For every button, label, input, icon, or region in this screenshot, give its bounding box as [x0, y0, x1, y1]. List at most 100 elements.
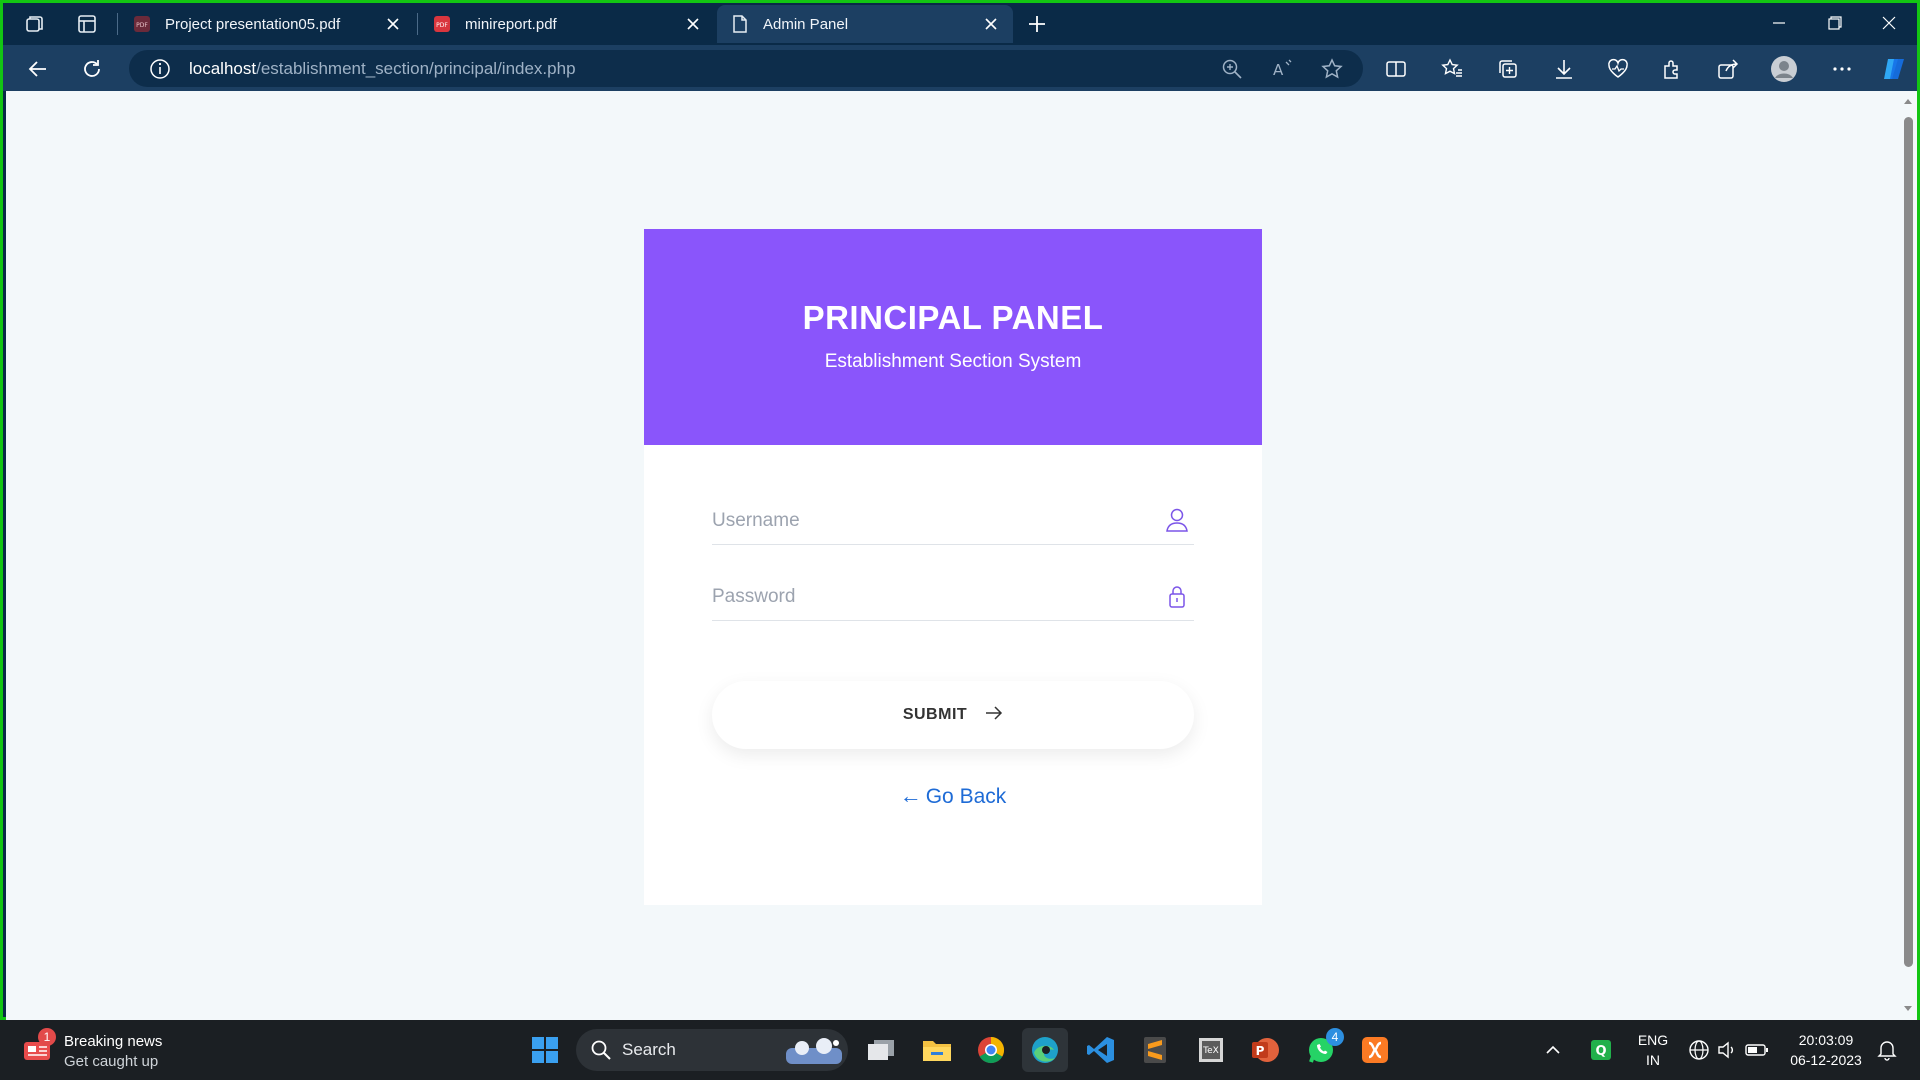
download-icon[interactable]	[1547, 52, 1581, 86]
close-icon[interactable]	[379, 10, 407, 38]
tab-minireport[interactable]: PDF minireport.pdf	[419, 5, 715, 43]
windows-icon	[532, 1037, 558, 1063]
texmaker-app[interactable]: TeX	[1188, 1028, 1234, 1072]
clock-date: 06-12-2023	[1790, 1052, 1862, 1068]
task-view-app[interactable]	[858, 1028, 904, 1072]
powerpoint-app[interactable]: P	[1242, 1028, 1288, 1072]
browser-window: PDF Project presentation05.pdf PDF minir…	[0, 0, 1920, 1020]
url-host: localhost	[189, 59, 257, 78]
chrome-icon	[978, 1036, 1005, 1064]
xampp-app[interactable]	[1352, 1028, 1398, 1072]
pdf-icon: PDF	[433, 15, 451, 33]
language-indicator[interactable]: ENG IN	[1628, 1032, 1678, 1068]
tab-title: minireport.pdf	[465, 15, 557, 33]
copilot-icon[interactable]	[1877, 52, 1911, 86]
svg-text:A: A	[1273, 61, 1284, 79]
tab-strip: PDF Project presentation05.pdf PDF minir…	[3, 3, 1917, 45]
site-info-icon[interactable]	[149, 58, 171, 85]
svg-text:PDF: PDF	[436, 22, 448, 29]
vscode-app[interactable]	[1078, 1028, 1124, 1072]
url-text: localhost/establishment_section/principa…	[189, 59, 576, 79]
user-icon	[1164, 507, 1190, 533]
zoom-icon[interactable]	[1221, 58, 1243, 85]
close-icon[interactable]	[977, 10, 1005, 38]
task-view-icon	[868, 1040, 894, 1060]
language-bottom: IN	[1646, 1052, 1660, 1068]
tab-actions-icon[interactable]	[73, 10, 101, 38]
start-button[interactable]	[522, 1028, 568, 1072]
network-icon[interactable]	[1684, 1028, 1714, 1072]
scroll-up-icon[interactable]	[1903, 97, 1913, 105]
news-subtitle: Get caught up	[64, 1053, 159, 1070]
submit-button[interactable]: SUBMIT	[712, 681, 1194, 749]
news-widget[interactable]: 1 Breaking news Get caught up	[22, 1028, 222, 1072]
svg-text:P: P	[1256, 1044, 1265, 1058]
clock[interactable]: 20:03:09 06-12-2023	[1780, 1032, 1872, 1068]
window-close-button[interactable]	[1861, 3, 1917, 43]
texmaker-icon: TeX	[1199, 1038, 1223, 1062]
vertical-scrollbar[interactable]	[1899, 91, 1917, 1020]
volume-icon[interactable]	[1712, 1028, 1742, 1072]
back-arrow-icon[interactable]	[21, 52, 55, 86]
clock-time: 20:03:09	[1798, 1032, 1854, 1048]
tab-separator	[117, 13, 118, 35]
whatsapp-app[interactable]: 4	[1298, 1028, 1344, 1072]
address-bar[interactable]: localhost/establishment_section/principa…	[129, 50, 1363, 87]
split-screen-icon[interactable]	[1379, 52, 1413, 86]
scroll-down-icon[interactable]	[1903, 1005, 1913, 1013]
go-back-label: Go Back	[925, 785, 1007, 808]
search-icon	[591, 1040, 611, 1060]
more-options-icon[interactable]	[1825, 52, 1859, 86]
notification-bell-icon[interactable]	[1872, 1028, 1902, 1072]
tab-title: Project presentation05.pdf	[165, 15, 341, 33]
file-explorer-app[interactable]	[914, 1028, 960, 1072]
lock-icon	[1164, 583, 1190, 609]
sublime-icon	[1144, 1037, 1166, 1063]
browser-essentials-icon[interactable]	[1601, 52, 1635, 86]
workspaces-icon[interactable]	[21, 10, 49, 38]
chrome-app[interactable]	[968, 1028, 1014, 1072]
taskbar-search[interactable]: Search	[576, 1029, 848, 1071]
browser-toolbar: localhost/establishment_section/principa…	[3, 45, 1917, 91]
minimize-button[interactable]	[1751, 3, 1807, 43]
search-label: Search	[622, 1040, 676, 1059]
restore-button[interactable]	[1807, 3, 1863, 43]
password-field[interactable]: Password	[712, 571, 1194, 621]
tray-overflow-icon[interactable]	[1538, 1028, 1568, 1072]
tab-project-presentation[interactable]: PDF Project presentation05.pdf	[119, 5, 415, 43]
edge-icon	[1032, 1037, 1058, 1063]
xampp-icon	[1362, 1037, 1388, 1063]
edge-app[interactable]	[1022, 1028, 1068, 1072]
username-placeholder: Username	[712, 510, 800, 531]
svg-text:TeX: TeX	[1202, 1046, 1219, 1056]
vscode-icon	[1087, 1037, 1114, 1063]
submit-label: SUBMIT	[902, 706, 968, 723]
page-title: PRINCIPAL PANEL	[802, 299, 1104, 336]
go-back-link[interactable]: ← Go Back	[644, 783, 1262, 809]
login-card-header: PRINCIPAL PANEL Establishment Section Sy…	[644, 229, 1262, 445]
sublime-app[interactable]	[1132, 1028, 1178, 1072]
tab-title: Admin Panel	[763, 15, 849, 33]
read-aloud-icon[interactable]: A	[1271, 58, 1295, 85]
news-title: Breaking news	[64, 1033, 163, 1050]
password-placeholder: Password	[712, 586, 796, 607]
svg-text:Q: Q	[1595, 1044, 1606, 1059]
tab-separator	[417, 13, 418, 35]
page-icon	[731, 15, 749, 33]
share-icon[interactable]	[1711, 52, 1745, 86]
collections-icon[interactable]	[1491, 52, 1525, 86]
profile-avatar[interactable]	[1767, 52, 1801, 86]
taskbar: 1 Breaking news Get caught up Search TeX…	[0, 1020, 1920, 1080]
tab-admin-panel[interactable]: Admin Panel	[717, 5, 1013, 43]
extensions-icon[interactable]	[1655, 52, 1689, 86]
username-field[interactable]: Username	[712, 495, 1194, 545]
qt-tray-icon[interactable]: Q	[1584, 1028, 1618, 1072]
favorite-star-icon[interactable]	[1321, 58, 1343, 85]
refresh-icon[interactable]	[75, 52, 109, 86]
favorites-icon[interactable]	[1435, 52, 1469, 86]
scroll-thumb[interactable]	[1904, 117, 1913, 967]
new-tab-button[interactable]	[1023, 10, 1051, 38]
pdf-icon: PDF	[133, 15, 151, 33]
battery-icon[interactable]	[1742, 1028, 1772, 1072]
close-icon[interactable]	[679, 10, 707, 38]
